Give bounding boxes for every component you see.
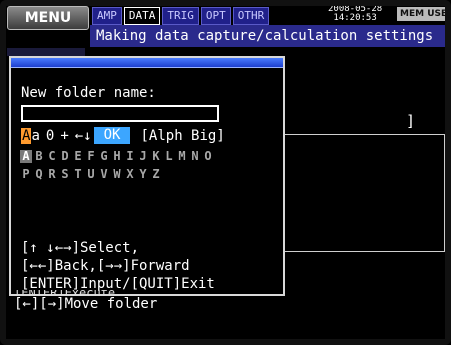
- dialog-prompt: New folder name:: [21, 85, 156, 101]
- char-key-k[interactable]: K: [150, 150, 162, 163]
- background-bracket: ]: [406, 112, 416, 130]
- dialog-titlebar: [11, 58, 283, 68]
- char-key-b[interactable]: B: [33, 150, 45, 163]
- char-key-y[interactable]: Y: [137, 168, 149, 181]
- input-mode-row: A a 0 + ← ↓ OK [Alph Big]: [21, 127, 225, 144]
- left-arrow-icon[interactable]: ←: [75, 128, 83, 144]
- char-key-d[interactable]: D: [59, 150, 71, 163]
- mode-label: [Alph Big]: [140, 127, 225, 144]
- status-line: Making data capture/calculation settings: [90, 25, 446, 47]
- char-key-x[interactable]: X: [124, 168, 136, 181]
- tab-othr[interactable]: OTHR: [232, 7, 270, 25]
- mode-lowercase[interactable]: a: [31, 128, 39, 144]
- char-key-m[interactable]: M: [176, 150, 188, 163]
- char-key-n[interactable]: N: [189, 150, 201, 163]
- new-folder-dialog: New folder name: A a 0 + ← ↓ OK [Alph Bi…: [9, 56, 285, 296]
- char-key-h[interactable]: H: [111, 150, 123, 163]
- char-key-u[interactable]: U: [85, 168, 97, 181]
- char-key-w[interactable]: W: [111, 168, 123, 181]
- menu-button[interactable]: MENU: [7, 6, 89, 30]
- background-move-folder-text: [←][→]Move folder: [14, 296, 158, 312]
- char-key-p[interactable]: P: [20, 168, 32, 181]
- char-key-t[interactable]: T: [72, 168, 84, 181]
- char-key-s[interactable]: S: [59, 168, 71, 181]
- char-key-e[interactable]: E: [72, 150, 84, 163]
- char-key-i[interactable]: I: [124, 150, 136, 163]
- mode-digits[interactable]: 0: [46, 128, 54, 144]
- down-arrow-icon[interactable]: ↓: [83, 128, 91, 144]
- tab-trig[interactable]: TRIG: [162, 7, 199, 25]
- char-key-q[interactable]: Q: [33, 168, 45, 181]
- char-key-o[interactable]: O: [202, 150, 214, 163]
- mode-uppercase[interactable]: A: [21, 127, 32, 144]
- char-key-z[interactable]: Z: [150, 168, 162, 181]
- background-help: [ENTER]Execute [←][→]Move folder: [14, 290, 157, 312]
- tab-opt[interactable]: OPT: [200, 7, 231, 25]
- char-key-a[interactable]: A: [20, 150, 32, 163]
- logger-screen: MENU AMP DATA TRIG OPT OTHR 2008-05-28 1…: [0, 0, 451, 345]
- time-text: 14:20:53: [333, 13, 377, 23]
- tab-data[interactable]: DATA: [123, 7, 161, 25]
- char-row-2: PQRSTUVWXYZ: [20, 168, 215, 183]
- left-strip: [7, 48, 85, 56]
- tab-amp[interactable]: AMP: [92, 7, 122, 25]
- clock: 2008-05-28 14:20:53: [328, 5, 382, 23]
- folder-name-input[interactable]: [21, 105, 219, 122]
- settings-tabs: AMP DATA TRIG OPT OTHR: [92, 7, 270, 25]
- char-key-f[interactable]: F: [85, 150, 97, 163]
- help-select: [↑ ↓←→]Select,: [21, 240, 140, 256]
- char-key-v[interactable]: V: [98, 168, 110, 181]
- mode-symbols[interactable]: +: [60, 128, 68, 144]
- key-help: [↑ ↓←→]Select, [←←]Back,[→→]Forward [ENT…: [21, 239, 215, 293]
- char-key-r[interactable]: R: [46, 168, 58, 181]
- char-key-j[interactable]: J: [137, 150, 149, 163]
- background-box: [283, 134, 445, 252]
- char-key-c[interactable]: C: [46, 150, 58, 163]
- char-key-g[interactable]: G: [98, 150, 110, 163]
- help-back-forward: [←←]Back,[→→]Forward: [21, 258, 190, 274]
- char-row-1: ABCDEFGHIJKLMNO: [20, 150, 215, 165]
- char-key-l[interactable]: L: [163, 150, 175, 163]
- character-grid: ABCDEFGHIJKLMNO PQRSTUVWXYZ: [20, 150, 215, 186]
- mem-usb-badge: MEM USB: [397, 7, 451, 21]
- ok-button[interactable]: OK: [93, 127, 131, 144]
